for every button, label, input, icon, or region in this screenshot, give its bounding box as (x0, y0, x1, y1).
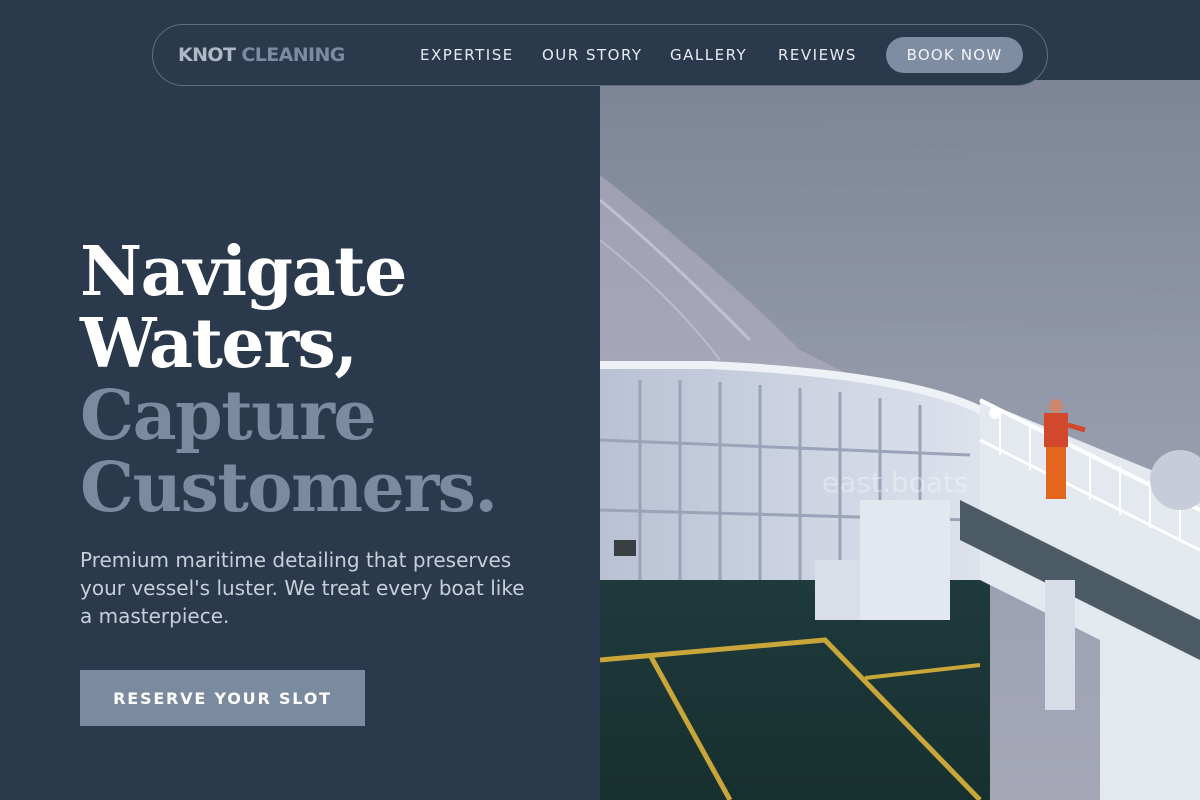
book-now-button[interactable]: BOOK NOW (886, 37, 1023, 73)
reserve-slot-button[interactable]: RESERVE YOUR SLOT (80, 670, 365, 726)
hero-headline: Navigate Waters, Capture Customers. (80, 232, 498, 528)
headline-line-4: Customers. (80, 448, 498, 528)
logo-word-primary: KNOT (178, 44, 236, 66)
logo[interactable]: KNOT CLEANING (178, 44, 345, 66)
nav-item-gallery-wrap: GALLERY (670, 25, 747, 85)
top-nav: KNOT CLEANING EXPERTISE OUR STORY GALLER… (152, 24, 1048, 86)
ship-deck-illustration (600, 80, 1200, 800)
nav-item-reviews-wrap: REVIEWS (778, 25, 857, 85)
nav-item-our-story-wrap: OUR STORY (542, 25, 643, 85)
deck-equipment-box (815, 560, 867, 620)
hero-subtitle: Premium maritime detailing that preserve… (80, 548, 525, 628)
nav-item-our-story[interactable]: OUR STORY (542, 46, 643, 64)
nav-item-reviews[interactable]: REVIEWS (778, 46, 857, 64)
nav-item-gallery[interactable]: GALLERY (670, 46, 747, 64)
headline-line-3: Capture (80, 376, 377, 456)
image-watermark: east.boats (822, 466, 969, 499)
nav-item-expertise[interactable]: EXPERTISE (420, 46, 514, 64)
headline-line-2: Waters, (80, 304, 358, 384)
hero-ship-photo (600, 80, 1200, 800)
nav-item-expertise-wrap: EXPERTISE (420, 25, 514, 85)
logo-word-secondary: CLEANING (241, 44, 345, 66)
headline-line-1: Navigate (80, 232, 407, 312)
